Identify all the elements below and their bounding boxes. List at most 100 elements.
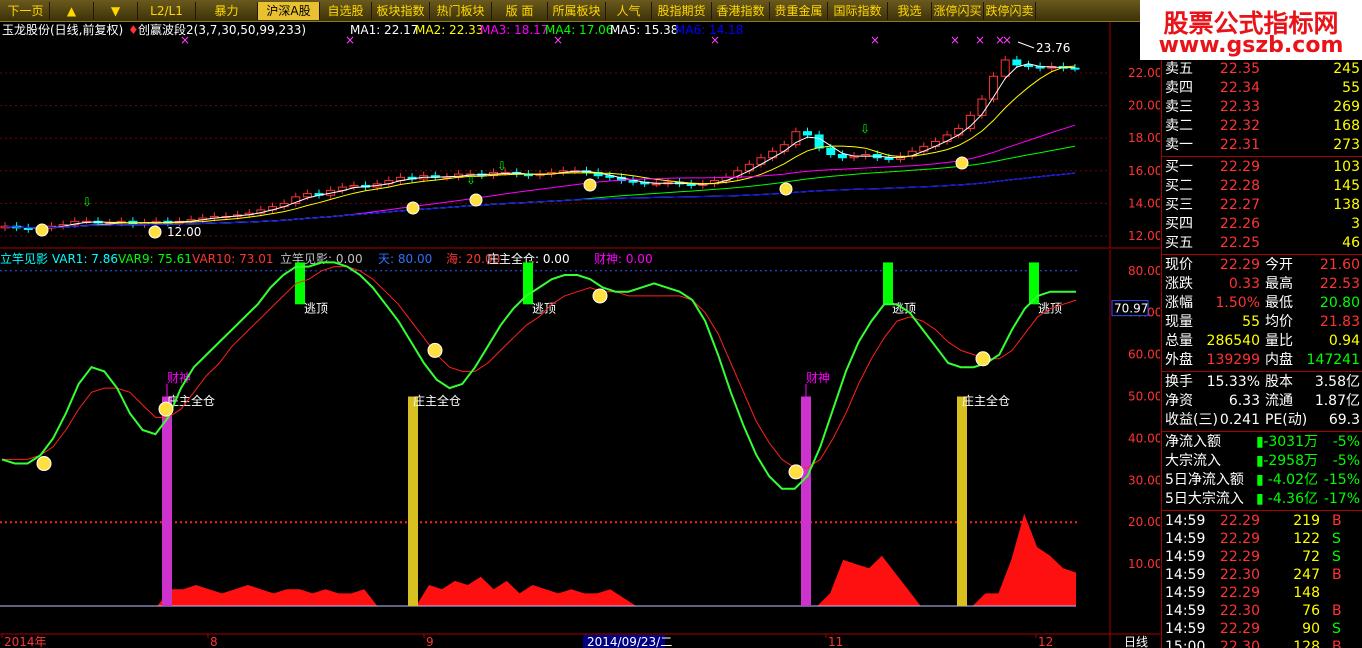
indicator-label: VAR10: 73.01: [192, 252, 273, 266]
watermark: 股票公式指标网 www.gszb.com: [1140, 0, 1362, 60]
stat-label: 现量: [1165, 314, 1193, 330]
bid-volume: 46: [1342, 235, 1360, 251]
toolbar-tab[interactable]: 跌停闪卖: [984, 2, 1036, 20]
divider: [1162, 156, 1362, 157]
bid-row: 买二 22.28 145: [1162, 177, 1362, 196]
flow-label: 5日净流入额: [1165, 472, 1244, 488]
tick-price: 22.29: [1219, 531, 1260, 547]
toolbar-tab[interactable]: 股指期货: [652, 2, 712, 20]
ask-price: 22.33: [1219, 99, 1260, 115]
kline-chart[interactable]: 22.00 20.00 18.00 16.00 14.00 12.00 玉龙股份(日线,前复…: [0, 22, 1160, 648]
toolbar-tab[interactable]: ▲: [50, 2, 94, 20]
stock-title: 玉龙股份(日线,前复权): [2, 22, 123, 37]
toolbar-tab[interactable]: 下一页: [2, 2, 50, 20]
candle-body: [349, 184, 359, 188]
stat-value: 21.60: [1319, 257, 1360, 273]
candle-body: [977, 98, 987, 116]
tick-time: 14:59: [1165, 531, 1206, 547]
bid-price: 22.26: [1219, 216, 1260, 232]
stat-row: 涨幅 1.50% 最低 20.80: [1162, 294, 1362, 313]
tick-price: 22.29: [1219, 585, 1260, 601]
stat-value: 22.29: [1219, 257, 1260, 273]
stat-label: 最低: [1265, 295, 1293, 311]
cross-marker-icon: ×: [975, 33, 985, 47]
full-label: 庄主全仓: [413, 393, 461, 408]
y-tick-label: 60.00: [1128, 348, 1160, 362]
signal-bar: [801, 396, 811, 606]
ask-row: 卖二 22.32 168: [1162, 117, 1362, 136]
tick-side: B: [1332, 639, 1342, 648]
stat-label: 量比: [1265, 333, 1293, 349]
y-tick-label: 20.00: [1128, 99, 1160, 113]
tick-side: S: [1332, 549, 1341, 565]
toolbar-tab[interactable]: ▼: [94, 2, 138, 20]
indicator-pane: 立竿见影 VAR1: 7.86 VAR9: 75.61 VAR10: 73.01 立竿…: [0, 250, 1160, 648]
indicator-label: 立竿见影 VAR1: 7.86: [0, 251, 118, 266]
tick-row: 14:59 22.30 247 B: [1162, 566, 1362, 585]
ask-price: 22.35: [1219, 61, 1260, 77]
toolbar-tab[interactable]: 自选股: [320, 2, 372, 20]
tick-price: 22.30: [1219, 567, 1260, 583]
ma-label: MA1: 22.17: [350, 23, 418, 37]
smiley-icon: [469, 193, 483, 207]
y-tick-label: 22.00: [1128, 66, 1160, 80]
stat-row: 换手 15.33% 股本 3.58亿: [1162, 373, 1362, 392]
toolbar-tab[interactable]: 香港指数: [712, 2, 770, 20]
smiley-icon: [406, 201, 420, 215]
stat-value: 139299: [1206, 352, 1260, 368]
watermark-url: www.gszb.com: [1158, 33, 1344, 58]
toolbar-tab[interactable]: L2/L1: [138, 2, 196, 20]
candle-body: [1000, 59, 1010, 77]
toolbar-tab[interactable]: 贵重金属: [770, 2, 828, 20]
stat-label: 现价: [1165, 257, 1193, 273]
ask-row: 卖五 22.35 245: [1162, 60, 1362, 79]
ask-volume: 273: [1333, 137, 1360, 153]
stat-value: 147241: [1306, 352, 1360, 368]
bid-row: 买三 22.27 138: [1162, 196, 1362, 215]
smiley-icon: [148, 225, 162, 239]
tick-time: 14:59: [1165, 567, 1206, 583]
tick-side: B: [1332, 513, 1342, 529]
tick-time: 14:59: [1165, 585, 1206, 601]
stat-value: 286540: [1206, 333, 1260, 349]
period-label: 日线: [1124, 635, 1148, 648]
tick-row: 14:59 22.29 148: [1162, 584, 1362, 603]
high-pointer: [1017, 41, 1035, 49]
indicator-name: 创赢波段2(3,7,30,50,99,233): [138, 22, 306, 37]
stat-label: PE(动): [1265, 412, 1308, 428]
flow-pct: -5%: [1332, 434, 1360, 450]
candle-body: [884, 157, 894, 160]
toolbar-tab[interactable]: 暴力: [196, 2, 258, 20]
divider: [1162, 510, 1362, 511]
ask-row: 卖四 22.34 55: [1162, 79, 1362, 98]
toolbar-tab[interactable]: 国际指数: [828, 2, 888, 20]
ask-label: 卖三: [1165, 99, 1193, 115]
tick-volume: 247: [1293, 567, 1320, 583]
toolbar-tab[interactable]: 涨停闪买: [932, 2, 984, 20]
toolbar-tab[interactable]: 板块指数: [372, 2, 430, 20]
tick-price: 22.29: [1219, 513, 1260, 529]
toolbar-tab[interactable]: 我选: [888, 2, 932, 20]
ask-volume: 55: [1342, 80, 1360, 96]
bid-volume: 145: [1333, 178, 1360, 194]
ask-price: 22.31: [1219, 137, 1260, 153]
tick-volume: 219: [1293, 513, 1320, 529]
toolbar-tab[interactable]: 沪深A股: [258, 2, 320, 20]
tick-time: 14:59: [1165, 549, 1206, 565]
toolbar-tab[interactable]: 版 面: [492, 2, 548, 20]
bid-row: 买一 22.29 103: [1162, 158, 1362, 177]
flow-pct: -15%: [1323, 472, 1360, 488]
tick-row: 14:59 22.29 122 S: [1162, 530, 1362, 549]
candle-body: [954, 127, 964, 136]
stat-row: 外盘 139299 内盘 147241: [1162, 351, 1362, 370]
toolbar-tab[interactable]: 人气: [606, 2, 652, 20]
candle-body: [989, 75, 999, 100]
bid-price: 22.28: [1219, 178, 1260, 194]
stat-value: 0.94: [1328, 333, 1360, 349]
toolbar-tab[interactable]: 热门板块: [430, 2, 492, 20]
x-tick-label: 11: [828, 635, 843, 648]
toolbar-tab[interactable]: 所属板块: [548, 2, 606, 20]
tick-side: S: [1332, 621, 1341, 637]
smiley-icon: [788, 464, 804, 480]
y-tick-label: 12.00: [1128, 229, 1160, 243]
